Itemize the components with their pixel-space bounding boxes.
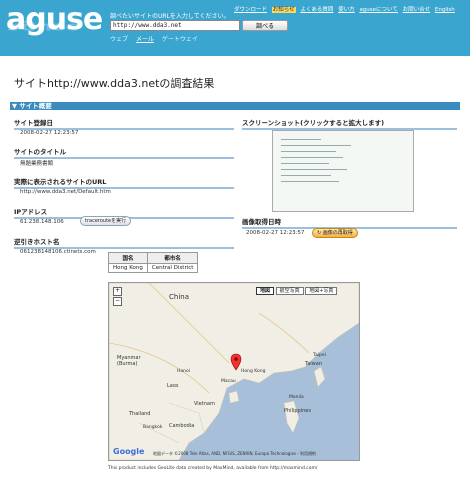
country-header: 国名	[108, 252, 148, 264]
map-label-vietnam: Vietnam	[194, 401, 215, 407]
map-attribution: 地図データ ©2008 Tele Atlas, AND, NFGIS, ZENR…	[153, 451, 316, 456]
map-label-china: China	[169, 293, 189, 301]
nav-english[interactable]: English	[435, 7, 455, 13]
tab-mail[interactable]: メール	[136, 36, 154, 43]
table-row: Hong Kong Central District	[108, 263, 199, 273]
zoom-in-button[interactable]: +	[113, 287, 122, 296]
site-title-label: サイトのタイトル	[14, 146, 234, 159]
nav-howto[interactable]: 使い方	[338, 7, 355, 13]
capture-time-value: 2008-02-27 12:23:57	[246, 230, 305, 236]
map-label-philippines: Philippines	[284, 408, 311, 414]
map-label-cambodia: Cambodia	[169, 423, 195, 429]
location-table: 国名 都市名 Hong Kong Central District	[108, 252, 199, 273]
registered-date-label: サイト登録日	[14, 117, 234, 130]
site-title-value: 無題業務書類	[20, 161, 54, 167]
map-label-thailand: Thailand	[129, 411, 151, 417]
nav-faq[interactable]: よくある質問	[300, 7, 333, 13]
google-logo[interactable]: Google	[113, 447, 144, 456]
city-cell: Central District	[146, 263, 199, 273]
reverse-host-label: 逆引きホスト名	[14, 236, 234, 249]
reverse-host-value: 061238148106.ctinets.com	[20, 249, 96, 255]
table-header-row: 国名 都市名	[108, 252, 199, 264]
nav-news[interactable]: お知らせ	[271, 7, 296, 13]
map-label-hongkong: Hong Kong	[241, 369, 266, 374]
map-type-hybrid[interactable]: 地図+写真	[305, 287, 338, 295]
map-type-map[interactable]: 地図	[256, 287, 275, 295]
zoom-out-button[interactable]: −	[113, 297, 122, 306]
reacquire-image-button[interactable]: ↻ 画像の再取得	[312, 228, 358, 238]
map-label-macau: Macau	[221, 379, 236, 384]
map-type-controls: 地図 航空写真 地図+写真	[256, 287, 338, 295]
nav-contact[interactable]: お問い合せ	[403, 7, 431, 13]
top-navigation: ダウンロード お知らせ よくある質問 使い方 aguseについて お問い合せ E…	[234, 5, 458, 13]
map-label-taipei: Taipei	[313, 353, 326, 358]
nav-download[interactable]: ダウンロード	[234, 7, 267, 13]
map-label-taiwan: Taiwan	[305, 361, 323, 367]
location-map[interactable]: + − 地図 航空写真 地図+写真 China Myanmar (Burma) …	[108, 282, 360, 461]
logo-reflection: aguse	[6, 20, 81, 34]
map-land	[109, 283, 359, 460]
reacquire-label: 画像の再取得	[322, 230, 353, 236]
final-url-label: 実際に表示されるサイトのURL	[14, 176, 234, 189]
city-header: 都市名	[146, 252, 199, 264]
map-type-satellite[interactable]: 航空写真	[275, 287, 304, 295]
final-url-value[interactable]: http://www.dda3.net/Default.htm	[20, 189, 111, 195]
page-title: サイトhttp://www.dda3.netの調査結果	[14, 77, 215, 90]
url-search-input[interactable]	[110, 20, 240, 31]
screenshot-label: スクリーンショット(クリックすると拡大します)	[242, 117, 457, 130]
footer-note: This product includes GeoLite data creat…	[108, 466, 318, 471]
map-label-myanmar: Myanmar (Burma)	[117, 355, 141, 367]
section-title[interactable]: ▼ サイト概要	[12, 102, 52, 110]
registered-date-value: 2008-02-27 12:23:57	[20, 130, 79, 136]
nav-about[interactable]: aguseについて	[359, 7, 397, 13]
section-header-bar	[10, 102, 460, 110]
site-screenshot-thumbnail[interactable]	[272, 130, 414, 212]
tab-gateway[interactable]: ゲートウェイ	[162, 36, 198, 43]
search-button[interactable]: 調べる	[242, 20, 288, 31]
location-marker-icon[interactable]	[230, 353, 242, 371]
ip-address-value: 61.238.148.106	[20, 219, 64, 225]
search-tabs: ウェブ メール ゲートウェイ	[110, 34, 204, 43]
map-label-laos: Laos	[167, 383, 179, 389]
map-label-bangkok: Bangkok	[143, 425, 163, 430]
traceroute-button[interactable]: tracerouteを実行	[80, 216, 132, 226]
search-hint: 調べたいサイトのURLを入力してください。	[110, 13, 230, 20]
refresh-icon: ↻	[317, 230, 322, 236]
map-label-hanoi: Hanoi	[177, 369, 190, 374]
map-label-manila: Manila	[289, 395, 304, 400]
tab-web[interactable]: ウェブ	[110, 36, 128, 43]
country-cell: Hong Kong	[108, 263, 148, 273]
